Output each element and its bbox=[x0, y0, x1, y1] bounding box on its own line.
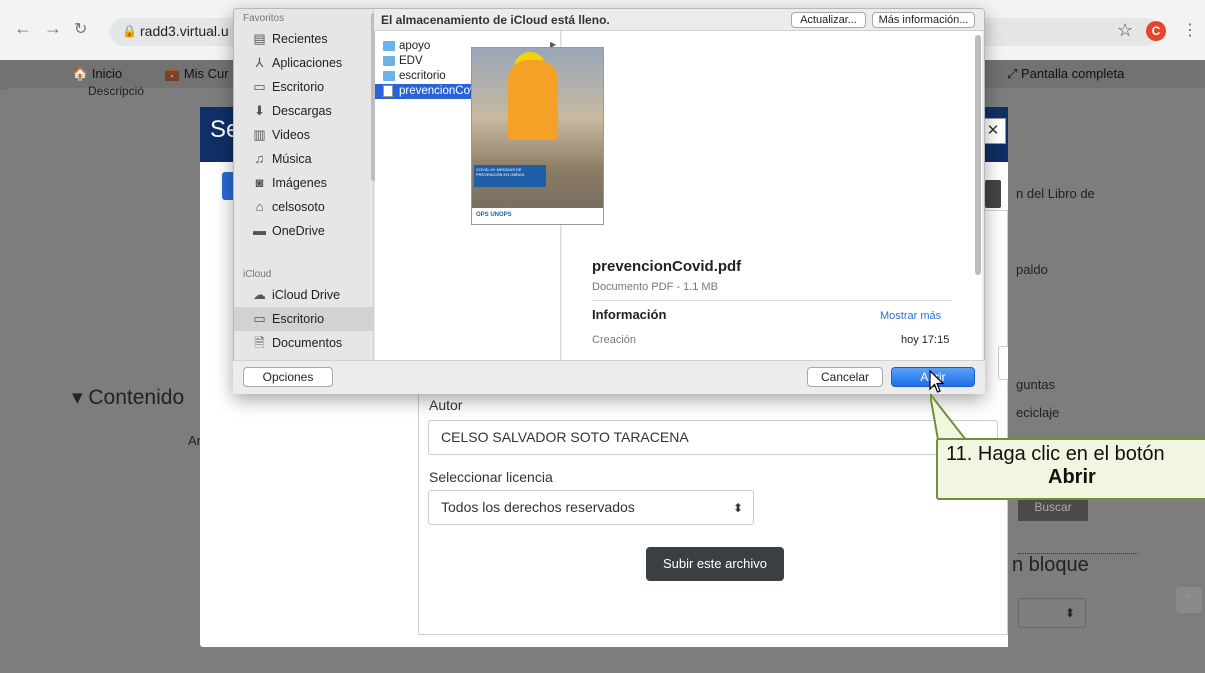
right-text-1: n del Libro de bbox=[1016, 186, 1095, 201]
profile-avatar[interactable]: C bbox=[1146, 21, 1166, 41]
sidebar-item-descargas[interactable]: ⬇ Descargas bbox=[234, 99, 374, 123]
thumbnail-footer: OPS UNOPS bbox=[472, 208, 603, 224]
sidebar-item-onedrive[interactable]: ▬ OneDrive bbox=[234, 219, 374, 243]
file-name: apoyo bbox=[399, 40, 431, 52]
home-icon: ⌂ bbox=[255, 199, 264, 214]
back-arrow-icon[interactable]: ← bbox=[14, 18, 32, 39]
sidebar-item-label: Videos bbox=[272, 128, 310, 142]
film-icon: ▥ bbox=[253, 127, 266, 142]
modal-view-button[interactable] bbox=[985, 180, 1001, 208]
clock-icon: ▤ bbox=[253, 31, 266, 46]
lock-icon: 🔒 bbox=[122, 24, 137, 38]
document-icon: 🗎 bbox=[254, 335, 265, 350]
license-select[interactable]: Todos los derechos reservados bbox=[428, 490, 754, 525]
add-block-select[interactable]: ⬍ bbox=[1018, 598, 1086, 628]
browser-menu-icon[interactable]: ⋮ bbox=[1182, 20, 1198, 40]
select-arrows-icon: ⬍ bbox=[733, 501, 744, 515]
folder-icon: ▬ bbox=[253, 223, 266, 238]
nav-courses-label: Mis Cur bbox=[183, 66, 229, 81]
info-heading: Información bbox=[592, 307, 667, 322]
file-name: EDV bbox=[399, 55, 423, 67]
cloud-icon: ☁ bbox=[253, 287, 266, 302]
reload-icon[interactable]: ↻ bbox=[74, 19, 87, 39]
sidebar-item-label: iCloud Drive bbox=[272, 288, 341, 302]
forward-arrow-icon[interactable]: → bbox=[44, 18, 62, 39]
icloud-header: iCloud bbox=[243, 269, 272, 280]
sidebar-item-label: celsosoto bbox=[272, 200, 325, 214]
sidebar-item-icloud-escritorio[interactable]: ▭ Escritorio bbox=[234, 307, 374, 331]
contenido-heading[interactable]: ▾ Contenido bbox=[72, 385, 184, 410]
folder-icon bbox=[383, 71, 395, 81]
right-text-3: guntas bbox=[1016, 377, 1056, 392]
file-name: escritorio bbox=[399, 70, 446, 82]
preview-kind: Documento PDF - 1.1 MB bbox=[592, 281, 718, 293]
sidebar-item-label: Aplicaciones bbox=[272, 56, 343, 70]
sidebar-item-escritorio[interactable]: ▭ Escritorio bbox=[234, 75, 374, 99]
sidebar-item-videos[interactable]: ▥ Videos bbox=[234, 123, 374, 147]
update-button[interactable]: Actualizar... bbox=[791, 12, 866, 28]
sidebar-item-label: OneDrive bbox=[272, 224, 325, 238]
thumbnail-caption: COVID-19: MEDIDAS DE PREVENCIÓN EN OBRAS bbox=[474, 165, 546, 187]
download-icon: ⬇ bbox=[254, 103, 265, 118]
sidebar-item-label: Escritorio bbox=[272, 312, 325, 326]
bookmark-star-icon[interactable]: ☆ bbox=[1117, 20, 1133, 41]
nav-fullscreen-label: Pantalla completa bbox=[1021, 66, 1125, 81]
sidebar-item-label: Recientes bbox=[272, 32, 328, 46]
nav-courses[interactable]: 💼 Mis Cur bbox=[164, 66, 229, 82]
sidebar-item-imagenes[interactable]: ◙ Imágenes bbox=[234, 171, 374, 195]
options-button[interactable]: Opciones bbox=[243, 367, 333, 387]
more-info-button[interactable]: Más información... bbox=[872, 12, 975, 28]
sidebar-item-icloud-drive[interactable]: ☁ iCloud Drive bbox=[234, 283, 374, 307]
folder-icon bbox=[383, 56, 395, 66]
dialog-sidebar: Favoritos ▤ Recientes ⅄ Aplicaciones ▭ Escr… bbox=[234, 9, 377, 361]
upload-file-button[interactable]: Subir este archivo bbox=[646, 547, 784, 581]
show-more-link[interactable]: Mostrar más bbox=[880, 310, 941, 322]
sidebar-item-label: Música bbox=[272, 152, 312, 166]
callout-pointer bbox=[930, 393, 968, 440]
favorites-header: Favoritos bbox=[243, 13, 285, 24]
folder-icon bbox=[383, 41, 395, 51]
author-field[interactable]: CELSO SALVADOR SOTO TARACENA bbox=[428, 420, 998, 455]
right-text-2: paldo bbox=[1016, 262, 1048, 277]
created-value: hoy 17:15 bbox=[901, 334, 950, 346]
sidebar-item-documentos[interactable]: 🗎 Documentos bbox=[234, 331, 374, 355]
url-text[interactable]: radd3.virtual.u bbox=[140, 23, 229, 39]
author-label: Autor bbox=[429, 397, 463, 413]
sidebar-item-home[interactable]: ⌂ celsosoto bbox=[234, 195, 374, 219]
sidebar-item-aplicaciones[interactable]: ⅄ Aplicaciones bbox=[234, 51, 374, 75]
worker-shape bbox=[508, 60, 558, 140]
sidebar-item-label: Descargas bbox=[272, 104, 332, 118]
scroll-top-icon[interactable]: ⌃ bbox=[1176, 587, 1202, 613]
license-label: Seleccionar licencia bbox=[429, 469, 553, 485]
camera-icon: ◙ bbox=[255, 175, 264, 190]
nav-fullscreen[interactable]: ⤢ Pantalla completa bbox=[1007, 66, 1124, 82]
sidebar-item-recientes[interactable]: ▤ Recientes bbox=[234, 27, 374, 51]
preview-divider bbox=[592, 300, 952, 301]
cancel-button[interactable]: Cancelar bbox=[807, 367, 883, 387]
description-label: Descripció bbox=[88, 84, 145, 98]
sidebar-item-label: Documentos bbox=[272, 336, 343, 350]
contenido-label: Contenido bbox=[88, 386, 185, 409]
callout-emphasis: Abrir bbox=[1048, 466, 1096, 488]
sidebar-item-musica[interactable]: ♫ Música bbox=[234, 147, 374, 171]
add-block-heading: n bloque bbox=[1012, 554, 1089, 576]
right-text-4: eciclaje bbox=[1016, 405, 1060, 420]
preview-scrollbar[interactable] bbox=[975, 35, 981, 275]
sidebar-item-label: Imágenes bbox=[272, 176, 327, 190]
created-label: Creación bbox=[592, 334, 637, 346]
preview-filename: prevencionCovid.pdf bbox=[592, 258, 742, 275]
sidebar-item-label: Escritorio bbox=[272, 80, 325, 94]
mouse-cursor-icon bbox=[929, 370, 945, 393]
desktop-icon: ▭ bbox=[253, 79, 266, 94]
callout-text: 11. Haga clic en el botón bbox=[946, 443, 1165, 465]
desktop-icon: ▭ bbox=[253, 311, 266, 326]
applications-icon: ⅄ bbox=[255, 55, 264, 70]
icloud-full-message: El almacenamiento de iCloud está lleno. bbox=[381, 13, 610, 27]
nav-home-label: Inicio bbox=[91, 66, 123, 81]
music-icon: ♫ bbox=[254, 151, 265, 166]
nav-home[interactable]: 🏠 Inicio bbox=[72, 66, 122, 82]
pdf-icon bbox=[383, 85, 393, 97]
